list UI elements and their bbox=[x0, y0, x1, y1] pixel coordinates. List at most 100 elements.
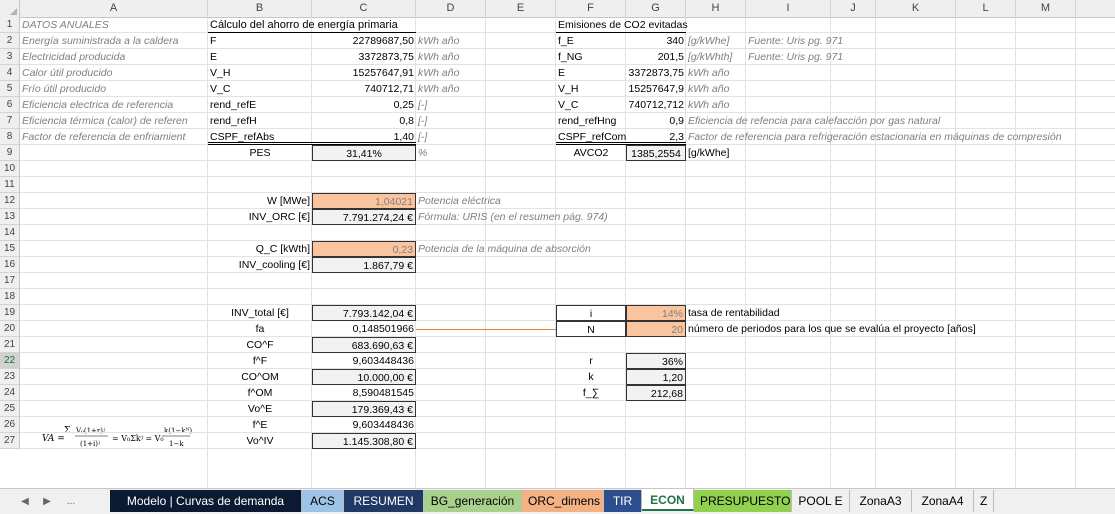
column-header-k[interactable]: K bbox=[876, 0, 956, 17]
label-r5[interactable]: Frío útil producido bbox=[20, 81, 208, 97]
econ-value[interactable]: 683.690,63 € bbox=[312, 337, 416, 353]
sheet-tab-presupuesto[interactable]: PRESUPUESTO bbox=[694, 490, 792, 512]
row-header-2[interactable]: 2 bbox=[0, 33, 19, 49]
k-value[interactable]: 1,20 bbox=[626, 369, 686, 385]
row-header-27[interactable]: 27 bbox=[0, 433, 19, 449]
label-r8[interactable]: Factor de referencia de enfriamient bbox=[20, 129, 208, 145]
row-header-11[interactable]: 11 bbox=[0, 177, 19, 193]
co2-result-unit[interactable]: [g/kWhe] bbox=[686, 145, 746, 161]
sheet-tab-resumen[interactable]: RESUMEN bbox=[344, 490, 424, 512]
pes-unit[interactable]: kWh año bbox=[416, 81, 486, 97]
econ-value[interactable]: 8,590481545 bbox=[312, 385, 416, 401]
column-header-e[interactable]: E bbox=[486, 0, 556, 17]
pes-result-value[interactable]: 31,41% bbox=[312, 145, 416, 161]
column-header-l[interactable]: L bbox=[956, 0, 1016, 17]
co2-result-value[interactable]: 1385,2554 bbox=[626, 145, 686, 161]
i-note[interactable]: tasa de rentabilidad bbox=[686, 305, 876, 321]
n-value[interactable]: 20 bbox=[626, 321, 686, 337]
co2-name[interactable]: f_E bbox=[556, 33, 626, 49]
row-header-18[interactable]: 18 bbox=[0, 289, 19, 305]
inv-orc-note[interactable]: Fórmula: URIS (en el resumen pág. 974) bbox=[416, 209, 626, 225]
pes-result-unit[interactable]: % bbox=[416, 145, 486, 161]
pes-value[interactable]: 0,25 bbox=[312, 97, 416, 113]
pes-name[interactable]: E bbox=[208, 49, 312, 65]
econ-label[interactable]: f^F bbox=[208, 353, 312, 369]
co2-value[interactable]: 2,3 bbox=[626, 129, 686, 145]
econ-label[interactable]: INV_total [€] bbox=[208, 305, 312, 321]
column-header-a[interactable]: A bbox=[20, 0, 208, 17]
pes-unit[interactable]: kWh año bbox=[416, 65, 486, 81]
qc-label[interactable]: Q_C [kWth] bbox=[208, 241, 312, 257]
n-label[interactable]: N bbox=[556, 321, 626, 337]
row-header-24[interactable]: 24 bbox=[0, 385, 19, 401]
row-header-4[interactable]: 4 bbox=[0, 65, 19, 81]
column-header-f[interactable]: F bbox=[556, 0, 626, 17]
co2-value[interactable]: 0,9 bbox=[626, 113, 686, 129]
row-header-22[interactable]: 22 bbox=[0, 353, 19, 369]
econ-label[interactable]: f^E bbox=[208, 417, 312, 433]
pes-unit[interactable]: [-] bbox=[416, 129, 486, 145]
pes-name[interactable]: rend_refE bbox=[208, 97, 312, 113]
row-header-10[interactable]: 10 bbox=[0, 161, 19, 177]
label-r1[interactable]: DATOS ANUALES bbox=[20, 17, 208, 33]
row-header-7[interactable]: 7 bbox=[0, 113, 19, 129]
label-r4[interactable]: Calor útil producido bbox=[20, 65, 208, 81]
label-r7[interactable]: Eficiencia térmica (calor) de referen bbox=[20, 113, 208, 129]
select-all-corner[interactable] bbox=[0, 0, 20, 17]
row-header-8[interactable]: 8 bbox=[0, 129, 19, 145]
column-header-m[interactable]: M bbox=[1016, 0, 1076, 17]
tab-scroll-next-icon[interactable]: ▶ bbox=[40, 493, 54, 511]
econ-label[interactable]: CO^OM bbox=[208, 369, 312, 385]
sheet-tab-pool-e[interactable]: POOL E bbox=[792, 490, 850, 512]
r-label[interactable]: r bbox=[556, 353, 626, 369]
sheet-tab-zonaa4[interactable]: ZonaA4 bbox=[912, 490, 974, 512]
row-header-3[interactable]: 3 bbox=[0, 49, 19, 65]
column-header-g[interactable]: G bbox=[626, 0, 686, 17]
pes-unit[interactable]: [-] bbox=[416, 97, 486, 113]
pes-value[interactable]: 1,40 bbox=[312, 129, 416, 145]
co2-name[interactable]: rend_refHng bbox=[556, 113, 626, 129]
tab-scroll-prev-icon[interactable]: ◀ bbox=[18, 493, 32, 511]
econ-value[interactable]: 9,603448436 bbox=[312, 417, 416, 433]
sheet-tab-modelo-curvas-de-demanda[interactable]: Modelo | Curvas de demanda bbox=[110, 490, 302, 512]
pes-unit[interactable]: kWh año bbox=[416, 33, 486, 49]
row-header-23[interactable]: 23 bbox=[0, 369, 19, 385]
sheet-tab-orc-dimens[interactable]: ORC_dimens bbox=[522, 490, 604, 512]
econ-value[interactable]: 0,148501966 bbox=[312, 321, 416, 337]
n-note[interactable]: número de periodos para los que se evalú… bbox=[686, 321, 1076, 337]
co2-unit[interactable]: kWh año bbox=[686, 81, 746, 97]
co2-unit[interactable]: [g/kWhe] bbox=[686, 33, 746, 49]
qc-value[interactable]: 0,23 bbox=[312, 241, 416, 257]
column-header-j[interactable]: J bbox=[831, 0, 876, 17]
row-header-15[interactable]: 15 bbox=[0, 241, 19, 257]
econ-label[interactable]: f^OM bbox=[208, 385, 312, 401]
pes-result-label[interactable]: PES bbox=[208, 145, 312, 161]
pes-name[interactable]: rend_refH bbox=[208, 113, 312, 129]
row-header-12[interactable]: 12 bbox=[0, 193, 19, 209]
co2-value[interactable]: 340 bbox=[626, 33, 686, 49]
label-r6[interactable]: Eficiencia electrica de referencia bbox=[20, 97, 208, 113]
co2-unit[interactable]: Factor de referencia para refrigeración … bbox=[686, 129, 1062, 145]
label-r2[interactable]: Energía suministrada a la caldera bbox=[20, 33, 208, 49]
row-header-1[interactable]: 1 bbox=[0, 17, 19, 33]
pes-value[interactable]: 15257647,91 bbox=[312, 65, 416, 81]
row-header-16[interactable]: 16 bbox=[0, 257, 19, 273]
econ-value[interactable]: 7.793.142,04 € bbox=[312, 305, 416, 321]
co2-name[interactable]: CSPF_refCom bbox=[556, 129, 626, 145]
cell-grid[interactable]: VA = Σ V₀(1+r)ʲ (1+i)ʲ = V₀Σkʲ = V₀ k(1−… bbox=[20, 17, 1115, 488]
column-header-i[interactable]: I bbox=[746, 0, 831, 17]
co2-name[interactable]: V_H bbox=[556, 81, 626, 97]
inv-orc-value[interactable]: 7.791.274,24 € bbox=[312, 209, 416, 225]
row-header-13[interactable]: 13 bbox=[0, 209, 19, 225]
inv-orc-label[interactable]: INV_ORC [€] bbox=[208, 209, 312, 225]
tab-more-button[interactable]: ... bbox=[60, 493, 82, 511]
econ-label[interactable]: fa bbox=[208, 321, 312, 337]
pes-value[interactable]: 22789687,50 bbox=[312, 33, 416, 49]
co2-value[interactable]: 15257647,9 bbox=[626, 81, 686, 97]
sheet-tab-acs[interactable]: ACS bbox=[302, 490, 344, 512]
econ-value[interactable]: 10.000,00 € bbox=[312, 369, 416, 385]
w-note[interactable]: Potencia eléctrica bbox=[416, 193, 556, 209]
row-header-21[interactable]: 21 bbox=[0, 337, 19, 353]
sheet-tab-econ[interactable]: ECON bbox=[642, 489, 694, 511]
column-header-h[interactable]: H bbox=[686, 0, 746, 17]
